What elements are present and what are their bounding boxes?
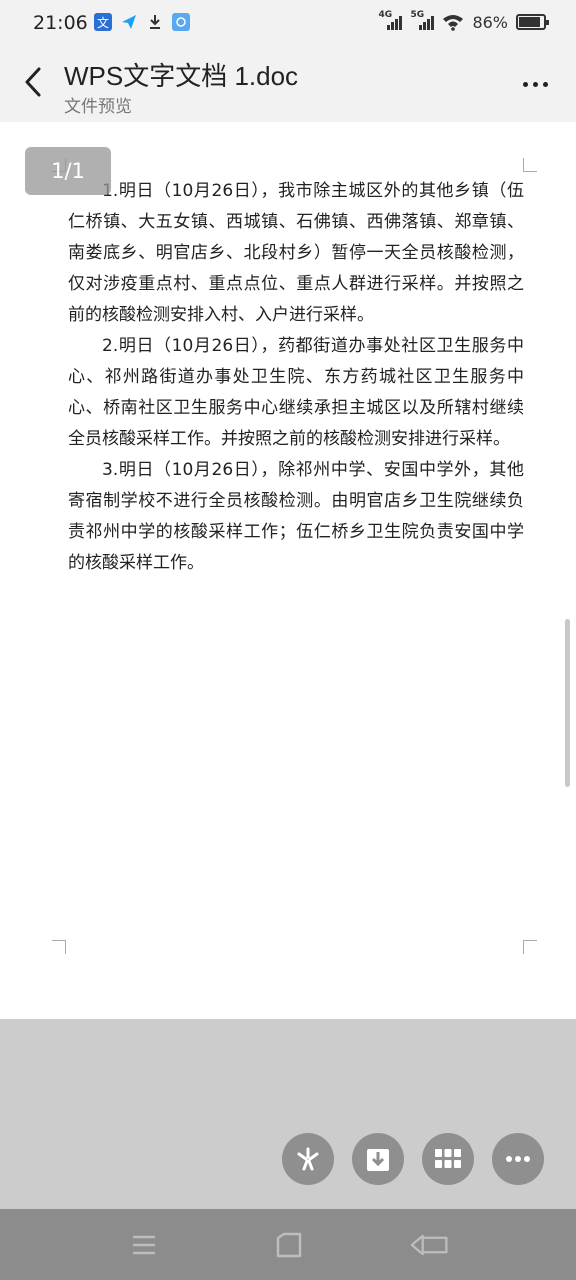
back-nav-button[interactable] [410,1229,450,1261]
document-subtitle: 文件预览 [64,97,132,117]
lower-panel [0,1019,576,1209]
crop-mark-bottom-left [52,940,66,954]
paragraph-1: 1.明日（10月26日），我市除主城区外的其他乡镇（伍仁桥镇、大五女镇、西城镇、… [68,181,524,325]
download-icon [146,13,164,31]
notification-icons: 文 [94,13,190,31]
translate-icon: 文 [94,13,112,31]
wifi-icon [443,15,464,31]
paragraph-2: 2.明日（10月26日），药都街道办事处社区卫生服务中心、祁州路街道办事处卫生院… [68,336,524,449]
wps-icon [297,1147,319,1171]
status-bar: 21:06 文 4G 5G 86% [0,0,576,46]
more-menu-button[interactable] [523,82,548,87]
document-body: 1.明日（10月26日），我市除主城区外的其他乡镇（伍仁桥镇、大五女镇、西城镇、… [68,176,524,579]
document-page[interactable]: 1.明日（10月26日），我市除主城区外的其他乡镇（伍仁桥镇、大五女镇、西城镇、… [0,122,576,1019]
save-to-device-button[interactable] [352,1133,404,1185]
apps-button[interactable] [422,1133,474,1185]
more-icon [506,1156,530,1162]
scrollbar[interactable] [565,619,570,787]
signal-5g-icon: 5G [410,10,435,32]
status-time: 21:06 [33,12,88,34]
battery-percent: 86% [472,12,508,32]
home-nav-button[interactable] [268,1229,308,1261]
back-icon [410,1234,448,1256]
chevron-left-icon [25,67,41,97]
paragraph-3: 3.明日（10月26日），除祁州中学、安国中学外，其他寄宿制学校不进行全员核酸检… [68,460,524,573]
status-right: 4G 5G 86% [378,10,549,32]
app-header: WPS文字文档 1.doc 文件预览 [0,46,576,122]
back-button[interactable] [18,62,48,102]
menu-nav-button[interactable] [124,1229,164,1261]
page-indicator: 1/1 [25,147,111,195]
battery-icon [516,14,549,30]
document-title: WPS文字文档 1.doc [64,61,299,91]
crop-mark-top-right [523,158,537,172]
signal-4g-icon: 4G [378,10,403,32]
send-icon [120,13,138,31]
app-icon [172,13,190,31]
crop-mark-bottom-right [523,940,537,954]
menu-icon [133,1235,155,1255]
more-icon [523,82,528,87]
wps-button[interactable] [282,1133,334,1185]
more-actions-button[interactable] [492,1133,544,1185]
save-to-device-icon [367,1149,389,1171]
system-nav-bar [0,1209,576,1280]
apps-grid-icon [435,1149,461,1168]
home-icon [276,1232,302,1258]
